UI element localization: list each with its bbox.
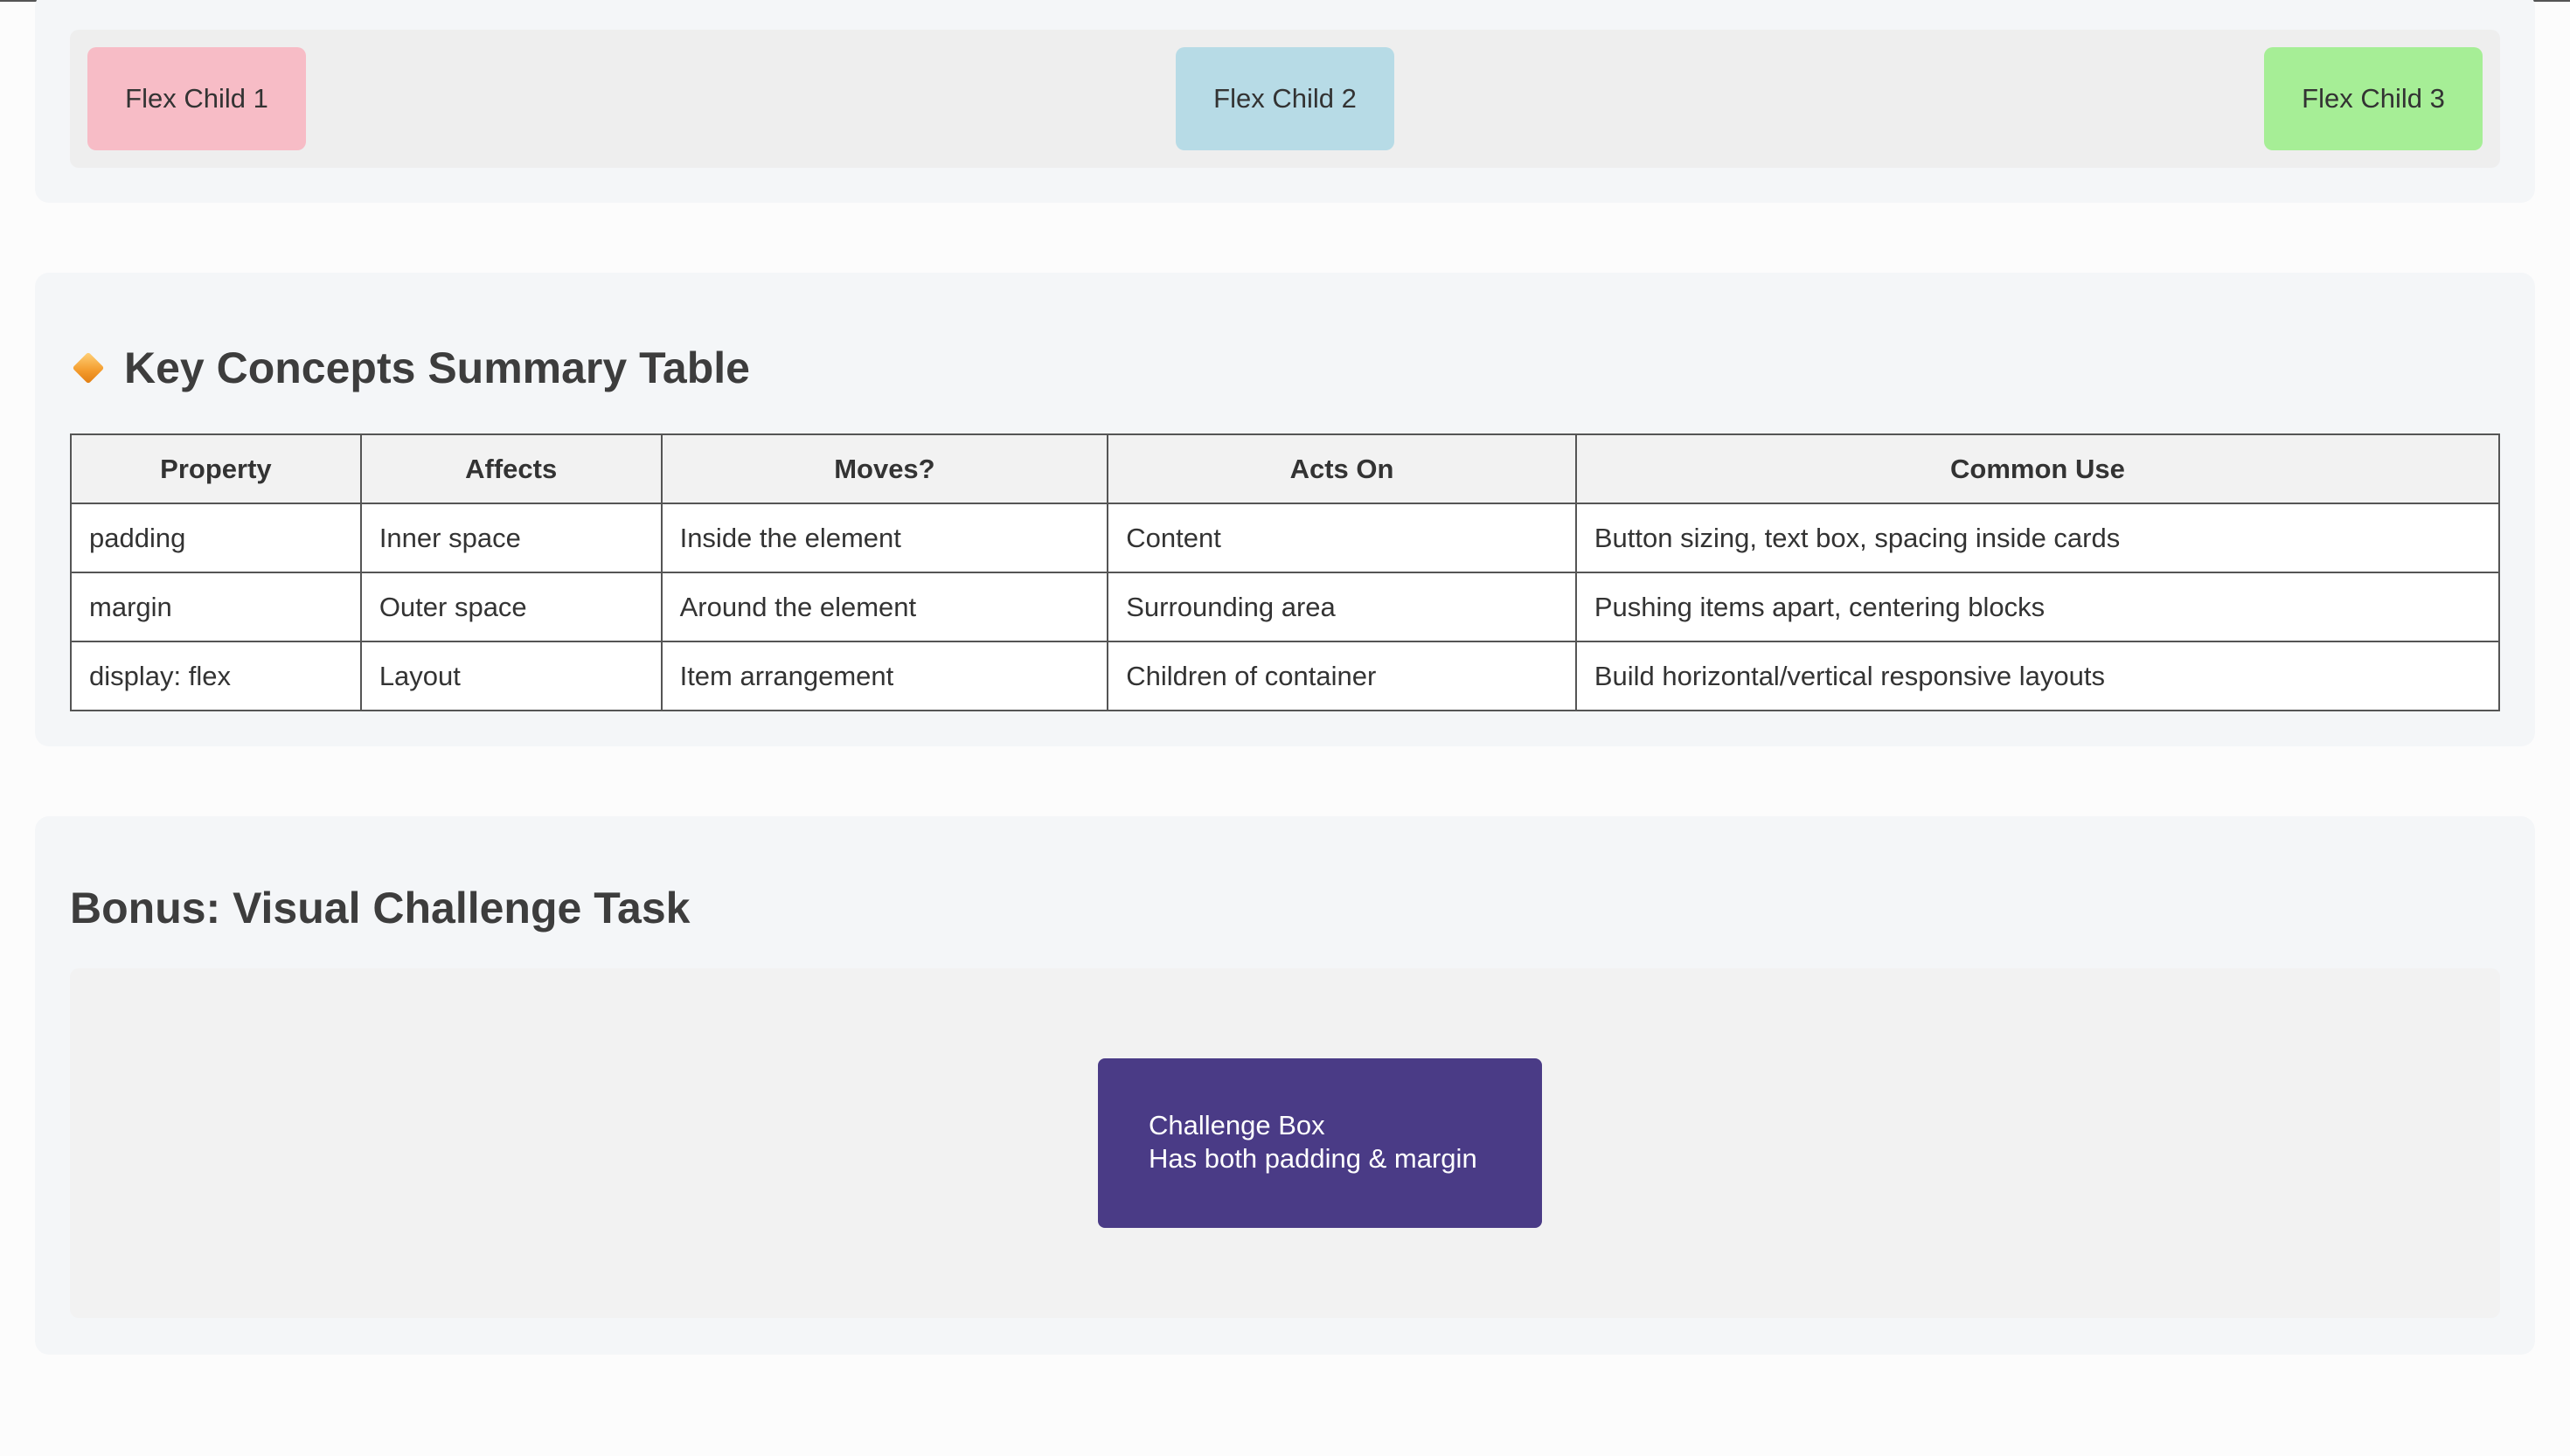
table-row: padding Inner space Inside the element C… — [70, 503, 2501, 573]
column-header-property: Property — [70, 433, 362, 504]
table-cell: Around the element — [660, 572, 1109, 642]
flex-child-1: Flex Child 1 — [87, 47, 306, 150]
bonus-card: Bonus: Visual Challenge Task Challenge B… — [35, 816, 2535, 1355]
table-cell: Inside the element — [660, 503, 1109, 573]
challenge-box: Challenge Box Has both padding & margin — [1098, 1058, 1542, 1228]
summary-card: Key Concepts Summary Table Property Affe… — [35, 273, 2535, 746]
column-header-acts-on: Acts On — [1107, 433, 1577, 504]
table-cell: Button sizing, text box, spacing inside … — [1574, 503, 2501, 573]
table-cell: Outer space — [359, 572, 663, 642]
table-cell: Content — [1107, 503, 1577, 573]
table-cell: Surrounding area — [1107, 572, 1577, 642]
page: Flex Child 1 Flex Child 2 Flex Child 3 K… — [0, 0, 2570, 1456]
table-cell: Item arrangement — [660, 641, 1109, 711]
column-header-affects: Affects — [359, 433, 663, 504]
flex-child-3: Flex Child 3 — [2264, 47, 2483, 150]
challenge-box-title: Challenge Box — [1149, 1110, 1325, 1141]
table-cell: Children of container — [1107, 641, 1577, 711]
challenge-box-subtitle: Has both padding & margin — [1149, 1143, 1477, 1174]
table-row: display: flex Layout Item arrangement Ch… — [70, 641, 2501, 711]
flex-container: Flex Child 1 Flex Child 2 Flex Child 3 — [70, 30, 2500, 168]
summary-heading: Key Concepts Summary Table — [70, 343, 750, 393]
summary-table: Property Affects Moves? Acts On Common U… — [70, 433, 2501, 711]
diamond-icon — [72, 351, 105, 385]
column-header-moves: Moves? — [660, 433, 1109, 504]
column-header-common-use: Common Use — [1574, 433, 2501, 504]
table-cell: margin — [70, 572, 362, 642]
table-cell: display: flex — [70, 641, 362, 711]
summary-title: Key Concepts Summary Table — [124, 343, 750, 392]
flex-child-2: Flex Child 2 — [1176, 47, 1394, 150]
flex-demo-card: Flex Child 1 Flex Child 2 Flex Child 3 — [35, 0, 2535, 203]
challenge-area: Challenge Box Has both padding & margin — [70, 968, 2500, 1318]
table-row: margin Outer space Around the element Su… — [70, 572, 2501, 642]
bonus-title: Bonus: Visual Challenge Task — [70, 884, 691, 933]
table-cell: Layout — [359, 641, 663, 711]
table-cell: Build horizontal/vertical responsive lay… — [1574, 641, 2501, 711]
table-cell: padding — [70, 503, 362, 573]
table-header-row: Property Affects Moves? Acts On Common U… — [70, 433, 2501, 504]
table-cell: Inner space — [359, 503, 663, 573]
table-cell: Pushing items apart, centering blocks — [1574, 572, 2501, 642]
